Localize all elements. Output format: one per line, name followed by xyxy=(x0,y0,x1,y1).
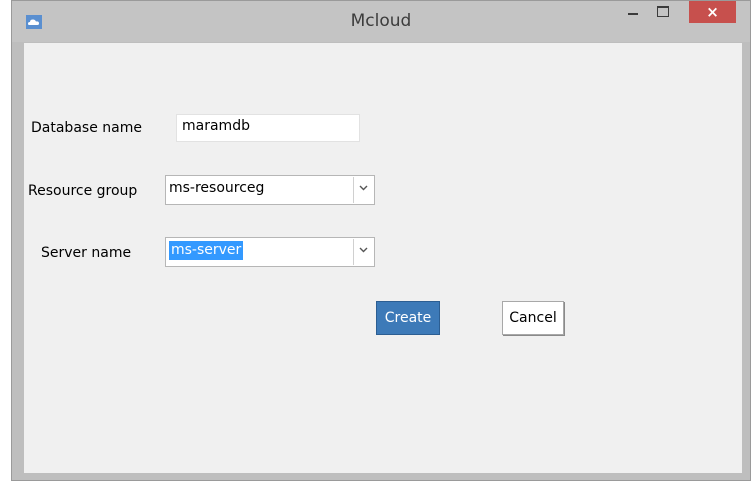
minimize-button[interactable] xyxy=(620,1,646,23)
resource-group-select[interactable]: ms-resourceg xyxy=(165,175,375,205)
minimize-icon xyxy=(628,13,638,15)
database-name-field[interactable]: maramdb xyxy=(176,114,360,142)
resource-group-dropdown-button[interactable] xyxy=(353,177,373,203)
resource-group-label: Resource group xyxy=(28,183,138,199)
form-panel: Database name maramdb Resource group ms-… xyxy=(24,43,742,473)
resource-group-value: ms-resourceg xyxy=(169,180,265,196)
server-name-label: Server name xyxy=(41,245,132,261)
server-name-dropdown-button[interactable] xyxy=(353,239,373,265)
maximize-button[interactable] xyxy=(650,1,676,23)
maximize-icon xyxy=(657,6,669,17)
mcloud-window: Mcloud × Database name maramdb Resource … xyxy=(11,0,751,481)
server-name-select[interactable]: ms-server xyxy=(165,237,375,267)
create-button[interactable]: Create xyxy=(376,301,440,335)
database-name-label: Database name xyxy=(31,120,142,136)
chevron-down-icon xyxy=(359,247,368,253)
close-icon: × xyxy=(706,3,719,21)
cancel-button[interactable]: Cancel xyxy=(502,301,564,335)
server-name-value: ms-server xyxy=(169,241,244,260)
title-bar[interactable]: Mcloud × xyxy=(12,1,750,42)
chevron-down-icon xyxy=(359,185,368,191)
close-button[interactable]: × xyxy=(689,1,736,23)
